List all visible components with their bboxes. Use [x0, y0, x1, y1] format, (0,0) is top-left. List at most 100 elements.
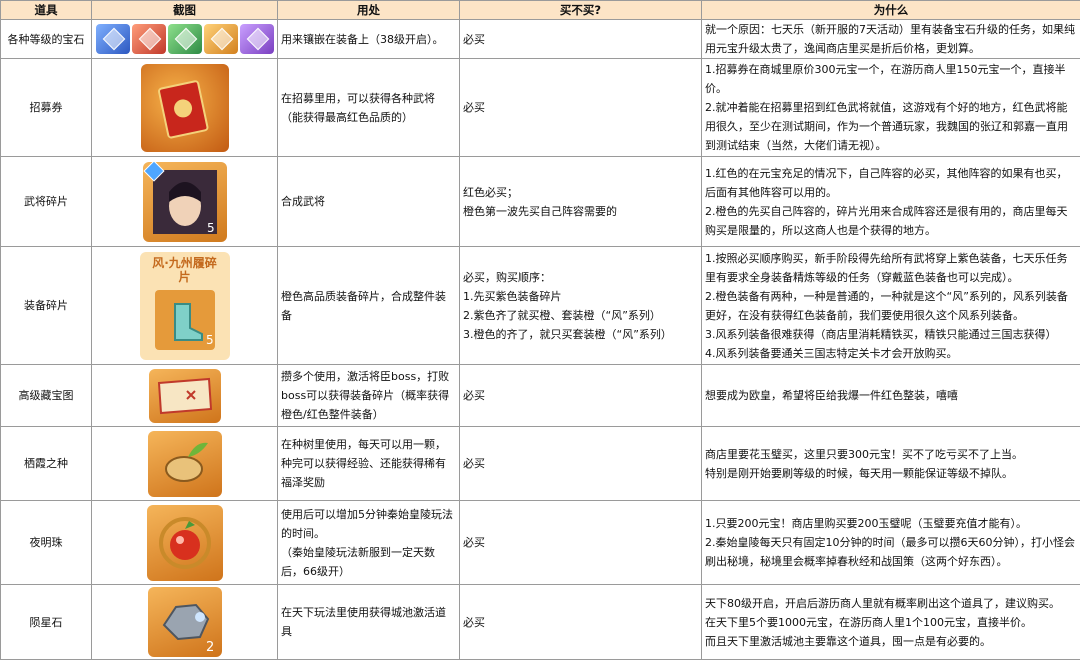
header-use: 用处 [277, 0, 460, 20]
use-cell: 合成武将 [277, 156, 460, 247]
buy-text: 必买 [463, 101, 485, 114]
buy-cell: 必买 [459, 364, 702, 427]
item-name: 招募券 [0, 58, 92, 157]
table-row: 各种等级的宝石 用来镶嵌在装备上（38级开启）。 必买 就一个原因：七天乐（新开… [0, 19, 1080, 59]
buy-cell: 必买 [459, 58, 702, 157]
why-text: 2.秦始皇陵每天只有固定10分钟的时间（最多可以攒6天60分钟），打小怪会刷出秘… [705, 536, 1075, 568]
general-portrait-graphic: 5 [142, 159, 217, 235]
why-text: 天下80级开启，开启后游历商人里就有概率刷出这个道具了，建议购买。 [705, 596, 1060, 610]
use-text: 橙色高品质装备碎片，合成整件装备 [281, 289, 446, 322]
use-text: 使用后可以增加5分钟秦始皇陵玩法的时间。 [281, 507, 453, 540]
use-cell: 在种树里使用，每天可以用一颗，种完可以获得经验、还能获得稀有福泽奖励 [277, 426, 460, 501]
item-name: 武将碎片 [0, 156, 92, 247]
header-pic: 截图 [91, 0, 278, 20]
why-text: 想要成为欧皇，希望将臣给我爆一件红色整装，嘻嘻 [705, 389, 958, 402]
purple-gem-icon [239, 24, 274, 54]
fragment-count: 5 [207, 221, 215, 235]
seed-graphic [164, 442, 208, 482]
buy-text: 必买，购买顺序： [463, 270, 551, 284]
map-graphic [157, 377, 212, 414]
use-cell: 在天下玩法里使用获得城池激活道具 [277, 584, 460, 660]
item-name: 装备碎片 [0, 246, 92, 365]
item-name: 各种等级的宝石 [0, 19, 92, 59]
use-text: 在种树里使用，每天可以用一颗，种完可以获得经验、还能获得稀有福泽奖励 [281, 438, 446, 489]
why-cell: 想要成为欧皇，希望将臣给我爆一件红色整装，嘻嘻 [701, 364, 1080, 427]
table-row: 装备碎片 风·九州履碎片 5 橙色高品质装备碎片，合成整件装备 必买，购买顺序：… [0, 246, 1080, 365]
item-image-cell [91, 426, 278, 501]
why-text: 4.风系列装备要通关三国志特定关卡才会开放购买。 [705, 346, 958, 360]
header-why: 为什么 [701, 0, 1080, 20]
item-image-cell: 2 [91, 584, 278, 660]
treasure-map-icon [148, 368, 221, 423]
table-row: 招募券 在招募里用，可以获得各种武将（能获得最高红色品质的） 必买 1.招募券在… [0, 58, 1080, 157]
buy-text: 橙色第一波先买自己阵容需要的 [463, 204, 617, 218]
night-pearl-icon [146, 504, 223, 581]
item-table: 道具 截图 用处 买不买? 为什么 各种等级的宝石 用来镶嵌在装备上（38级开启… [0, 0, 1080, 660]
table-row: 夜明珠 使用后可以增加5分钟秦始皇陵玩法的时间。 （秦始皇陵玩法新服到一定天数后… [0, 500, 1080, 585]
item-image-cell: 5 [91, 156, 278, 247]
why-text: 而且天下里激活城池主要靠这个道具，囤一点是有必要的。 [705, 634, 991, 648]
item-name: 夜明珠 [0, 500, 92, 585]
orange-gem-icon [203, 24, 238, 54]
why-cell: 商店里要花玉璧买，这里只要300元宝！买不了吃亏买不了上当。 特别是刚开始要刷等… [701, 426, 1080, 501]
header-item: 道具 [0, 0, 92, 20]
red-gem-icon [131, 24, 166, 54]
ticket-graphic [157, 79, 208, 138]
use-text: 用来镶嵌在装备上（38级开启）。 [281, 32, 444, 46]
buy-text: 3.橙色的齐了，就只买套装橙（“风”系列） [463, 327, 672, 341]
why-cell: 1.红色的在元宝充足的情况下，自己阵容的必买，其他阵容的如果有也买，后面有其他阵… [701, 156, 1080, 247]
fragment-count: 5 [206, 333, 214, 347]
table-row: 高级藏宝图 攒多个使用，激活将臣boss，打败boss可以获得装备碎片（概率获得… [0, 364, 1080, 427]
item-name: 栖霞之种 [0, 426, 92, 501]
blue-gem-icon [95, 24, 130, 54]
item-image-cell [91, 58, 278, 157]
item-image-cell: 风·九州履碎片 5 [91, 246, 278, 365]
why-text: 1.招募券在商城里原价300元宝一个，在游历商人里150元宝一个，直接半价。 [705, 63, 1066, 95]
table-row: 栖霞之种 在种树里使用，每天可以用一颗，种完可以获得经验、还能获得稀有福泽奖励 … [0, 426, 1080, 501]
header-row: 道具 截图 用处 买不买? 为什么 [0, 0, 1080, 20]
use-text: 攒多个使用，激活将臣boss，打败boss可以获得装备碎片（概率获得橙色/红色整… [281, 370, 450, 421]
why-cell: 天下80级开启，开启后游历商人里就有概率刷出这个道具了，建议购买。 在天下里5个… [701, 584, 1080, 660]
why-cell: 就一个原因：七天乐（新开服的7天活动）里有装备宝石升级的任务，如果纯用元宝升级太… [701, 19, 1080, 59]
use-text: 在招募里用，可以获得各种武将（能获得最高红色品质的） [281, 91, 435, 124]
use-cell: 攒多个使用，激活将臣boss，打败boss可以获得装备碎片（概率获得橙色/红色整… [277, 364, 460, 427]
why-cell: 1.只要200元宝！商店里购买要200玉璧呢（玉璧要充值才能有）。 2.秦始皇陵… [701, 500, 1080, 585]
why-text: 特别是刚开始要刷等级的时候，每天用一颗能保证等级不掉队。 [705, 466, 1013, 480]
buy-text: 必买 [463, 389, 485, 402]
why-cell: 1.按照必买顺序购买，新手阶段得先给所有武将穿上紫色装备，七天乐任务里有要求全身… [701, 246, 1080, 365]
buy-text: 必买 [463, 615, 485, 629]
general-fragment-icon: 5 [142, 159, 227, 242]
use-text: 在天下玩法里使用获得城池激活道具 [281, 606, 446, 638]
use-cell: 在招募里用，可以获得各种武将（能获得最高红色品质的） [277, 58, 460, 157]
buy-text: 红色必买； [463, 185, 518, 199]
use-cell: 用来镶嵌在装备上（38级开启）。 [277, 19, 460, 59]
why-cell: 1.招募券在商城里原价300元宝一个，在游历商人里150元宝一个，直接半价。 2… [701, 58, 1080, 157]
use-text: 合成武将 [281, 195, 325, 208]
buy-text: 1.先买紫色装备碎片 [463, 289, 562, 303]
header-buy: 买不买? [459, 0, 702, 20]
buy-cell: 必买 [459, 426, 702, 501]
item-name: 高级藏宝图 [0, 364, 92, 427]
buy-cell: 必买 [459, 584, 702, 660]
why-text: 2.橙色的先买自己阵容的，碎片光用来合成阵容还是很有用的，商店里每天购买是限量的… [705, 204, 1068, 237]
seed-icon [147, 430, 222, 497]
why-text: 商店里要花玉璧买，这里只要300元宝！买不了吃亏买不了上当。 [705, 447, 1023, 461]
use-cell: 橙色高品质装备碎片，合成整件装备 [277, 246, 460, 365]
why-text: 在天下里5个要1000元宝，在游历商人里1个100元宝，直接半价。 [705, 615, 1032, 629]
why-text: 1.只要200元宝！商店里购买要200玉璧呢（玉璧要充值才能有）。 [705, 517, 1027, 530]
item-image-cell [91, 500, 278, 585]
why-text: 1.红色的在元宝充足的情况下，自己阵容的必买，其他阵容的如果有也买，后面有其他阵… [705, 166, 1068, 199]
stone-graphic: 2 [162, 603, 214, 655]
item-image-cell [91, 19, 278, 59]
item-name: 陨星石 [0, 584, 92, 660]
equipment-caption: 风·九州履碎片 [152, 255, 217, 284]
why-text: 2.就冲着能在招募里招到红色武将就值，这游戏有个好的地方，红色武将能用很久，至少… [705, 101, 1068, 152]
why-text: 就一个原因：七天乐（新开服的7天活动）里有装备宝石升级的任务，如果纯用元宝升级太… [705, 23, 1075, 55]
boots-graphic: 5 [154, 289, 215, 350]
recruit-ticket-icon [140, 63, 229, 152]
buy-text: 必买 [463, 536, 485, 549]
why-text: 2.橙色装备有两种，一种是普通的，一种就是这个“风”系列的，风系列装备更好，在没… [705, 289, 1068, 322]
buy-text: 必买 [463, 457, 485, 470]
use-text: （秦始皇陵玩法新服到一定天数后，66级开） [281, 545, 435, 578]
buy-cell: 必买 [459, 500, 702, 585]
